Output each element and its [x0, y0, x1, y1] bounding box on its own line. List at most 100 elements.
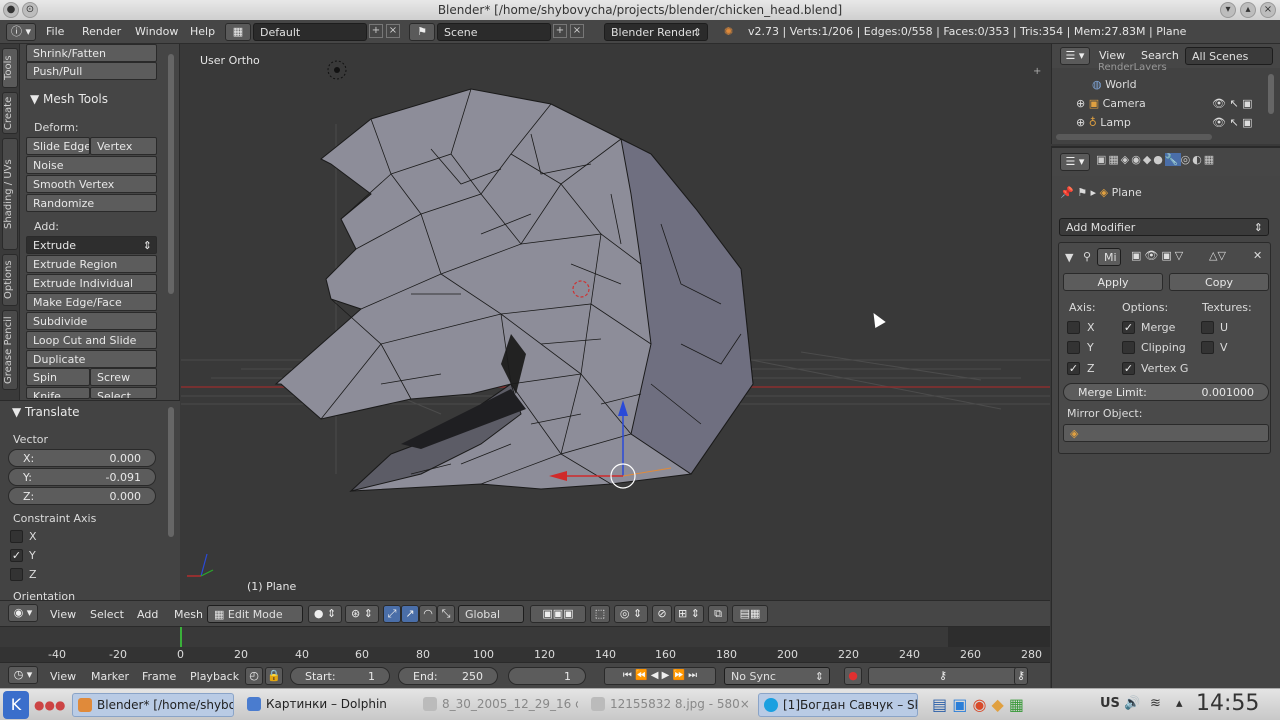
- editor-type-icon[interactable]: ◉ ▾: [8, 604, 38, 622]
- snap-element-icon[interactable]: ⊞ ⇕: [674, 605, 704, 623]
- kde-menu-icon[interactable]: K: [3, 691, 29, 719]
- end-frame-field[interactable]: End: 250: [398, 667, 498, 685]
- region-toggle-icon[interactable]: +: [1033, 66, 1045, 78]
- outliner-row-lamp[interactable]: ⊕ ♁ Lamp: [1076, 116, 1131, 129]
- render-engine-select[interactable]: Blender Render ⇕: [604, 23, 708, 41]
- mesh-tools-header[interactable]: ▼ Mesh Tools: [30, 92, 108, 106]
- rotate-manipulator-icon[interactable]: ◠: [419, 605, 437, 623]
- menu-help[interactable]: Help: [190, 25, 215, 38]
- menu-select[interactable]: Select: [90, 608, 124, 621]
- make-edge-face-button[interactable]: Make Edge/Face: [26, 293, 157, 311]
- timeline-menu-playback[interactable]: Playback: [190, 670, 239, 683]
- randomize-button[interactable]: Randomize: [26, 194, 157, 212]
- constraint-x-checkbox[interactable]: [10, 530, 23, 543]
- tab-tools[interactable]: Tools: [2, 48, 18, 88]
- outliner-view-menu[interactable]: View: [1099, 49, 1125, 62]
- vector-z-field[interactable]: Z: 0.000: [8, 487, 156, 505]
- loop-cut-button[interactable]: Loop Cut and Slide: [26, 331, 157, 349]
- axis-z-checkbox[interactable]: ✓: [1067, 362, 1080, 375]
- screw-button[interactable]: Screw: [90, 368, 157, 386]
- scene-add-icon[interactable]: +: [553, 24, 567, 38]
- modifier-collapse-icon[interactable]: ▼: [1065, 251, 1073, 264]
- layout-add-icon[interactable]: +: [369, 24, 383, 38]
- vertex-groups-checkbox[interactable]: ✓: [1122, 362, 1135, 375]
- outliner-vscrollbar[interactable]: [1268, 74, 1274, 114]
- tray-expand-icon[interactable]: ▴: [1176, 696, 1183, 711]
- outliner-search-menu[interactable]: Search: [1141, 49, 1179, 62]
- layout-remove-icon[interactable]: ×: [386, 24, 400, 38]
- minimize-icon[interactable]: ▾: [1220, 2, 1236, 18]
- manipulator-toggle-icon[interactable]: ⤢: [383, 605, 401, 623]
- translate-manipulator-icon[interactable]: ↗: [401, 605, 419, 623]
- noise-button[interactable]: Noise: [26, 156, 157, 174]
- task-blender[interactable]: Blender* [/home/shybovy: [72, 693, 234, 717]
- tab-create[interactable]: Create: [2, 92, 18, 134]
- scene-remove-icon[interactable]: ×: [570, 24, 584, 38]
- outliner-row-world[interactable]: ◍ World: [1092, 78, 1137, 91]
- menu-window[interactable]: Window: [135, 25, 178, 38]
- apply-button[interactable]: Apply: [1063, 273, 1163, 291]
- menu-add[interactable]: Add: [137, 608, 158, 621]
- lock-icon[interactable]: 🔒: [265, 667, 283, 685]
- playback-controls[interactable]: ⏮ ⏪ ◀ ▶ ⏩ ⏭: [604, 667, 716, 685]
- subdivide-button[interactable]: Subdivide: [26, 312, 157, 330]
- texture-v-checkbox[interactable]: [1201, 341, 1214, 354]
- close-icon[interactable]: ×: [1260, 2, 1276, 18]
- add-modifier-select[interactable]: Add Modifier ⇕: [1059, 218, 1269, 236]
- viewport-shading-icon[interactable]: ● ⇕: [308, 605, 342, 623]
- push-pull-button[interactable]: Push/Pull: [26, 62, 157, 80]
- spin-button[interactable]: Spin: [26, 368, 90, 386]
- chicken-head-mesh[interactable]: [274, 88, 754, 492]
- volume-icon[interactable]: 🔊: [1124, 696, 1140, 711]
- transform-orientation-select[interactable]: Global: [458, 605, 524, 623]
- menu-view[interactable]: View: [50, 608, 76, 621]
- task-dolphin[interactable]: Картинки – Dolphin: [242, 693, 422, 717]
- scale-manipulator-icon[interactable]: ⤡: [437, 605, 455, 623]
- preview-range-icon[interactable]: ◴: [245, 667, 263, 685]
- smooth-vertex-button[interactable]: Smooth Vertex: [26, 175, 157, 193]
- extrude-region-button[interactable]: Extrude Region: [26, 255, 157, 273]
- current-frame-field[interactable]: 1: [508, 667, 586, 685]
- activity-icons[interactable]: ●●●: [34, 698, 65, 712]
- task-skype[interactable]: [1]Богдан Савчук – Skype: [758, 693, 918, 717]
- merge-checkbox[interactable]: ✓: [1122, 321, 1135, 334]
- duplicate-button[interactable]: Duplicate: [26, 350, 157, 368]
- select-mode-icon[interactable]: ⬚: [590, 605, 610, 623]
- knife-select-button[interactable]: Select: [90, 387, 157, 399]
- tab-shading-uvs[interactable]: Shading / UVs: [2, 138, 18, 250]
- layout-field[interactable]: Default: [253, 23, 367, 41]
- extrude-individual-button[interactable]: Extrude Individual: [26, 274, 157, 292]
- texture-u-checkbox[interactable]: [1201, 321, 1214, 334]
- lamp-visibility-icons[interactable]: 👁 ↖ ▣: [1212, 116, 1253, 129]
- outliner-hscrollbar[interactable]: [1056, 134, 1212, 140]
- modifier-remove-icon[interactable]: ✕: [1253, 249, 1262, 262]
- outliner-scope-select[interactable]: All Scenes: [1185, 47, 1273, 65]
- tab-options[interactable]: Options: [2, 254, 18, 306]
- menu-render[interactable]: Render: [82, 25, 121, 38]
- snap-toggle-icon[interactable]: ⊘: [652, 605, 672, 623]
- record-icon[interactable]: ●: [844, 667, 862, 685]
- layers-icon[interactable]: ▣▣▣: [530, 605, 586, 623]
- scene-icon[interactable]: ⚑: [409, 23, 435, 41]
- current-frame-marker[interactable]: [180, 627, 182, 647]
- camera-visibility-icons[interactable]: 👁 ↖ ▣: [1212, 97, 1253, 110]
- lamp-object-icon[interactable]: [327, 60, 347, 80]
- clipping-checkbox[interactable]: [1122, 341, 1135, 354]
- context-tabs[interactable]: ▣▦◈◉◆●🔧◎◐▦: [1096, 153, 1276, 171]
- pivot-point-icon[interactable]: ⊛ ⇕: [345, 605, 379, 623]
- proportional-edit-icon[interactable]: ◎ ⇕: [614, 605, 648, 623]
- task-image-1[interactable]: 8_30_2005_12_29_16 c: [418, 693, 578, 717]
- toolshelf-scrollbar[interactable]: [168, 54, 174, 294]
- constraint-z-checkbox[interactable]: [10, 568, 23, 581]
- start-frame-field[interactable]: Start: 1: [290, 667, 390, 685]
- translate-header[interactable]: ▼ Translate: [12, 405, 80, 419]
- task-image-2[interactable]: 12155832 8.jpg - 580×: [586, 693, 750, 717]
- mirror-object-field[interactable]: ◈: [1063, 424, 1269, 442]
- merge-limit-field[interactable]: Merge Limit: 0.001000: [1063, 383, 1269, 401]
- timeline-menu-frame[interactable]: Frame: [142, 670, 176, 683]
- slide-vertex-button[interactable]: Vertex: [90, 137, 157, 155]
- vector-x-field[interactable]: X: 0.000: [8, 449, 156, 467]
- render-animation-icon[interactable]: ▤▦: [732, 605, 768, 623]
- timeline-menu-view[interactable]: View: [50, 670, 76, 683]
- axis-x-checkbox[interactable]: [1067, 321, 1080, 334]
